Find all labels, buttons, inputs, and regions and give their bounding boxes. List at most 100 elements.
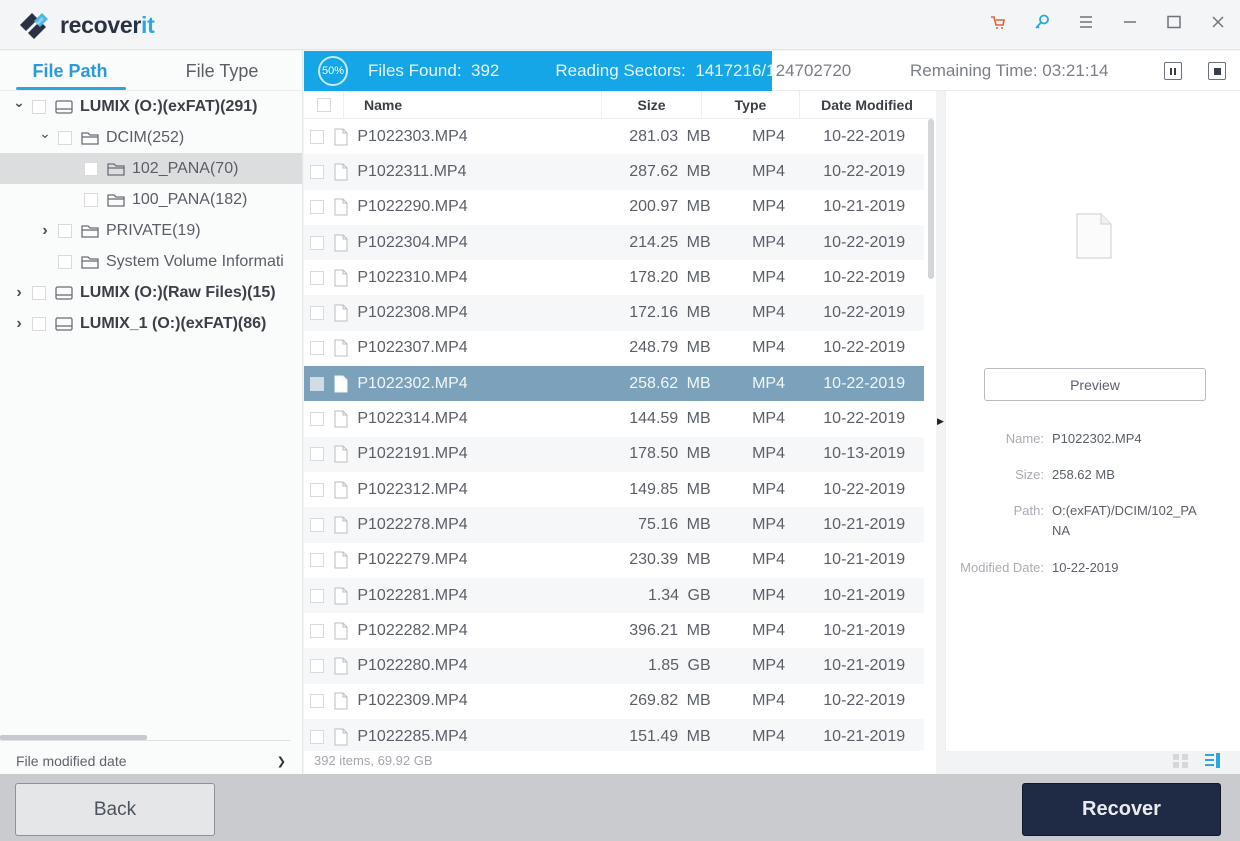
table-row[interactable]: P1022282.MP4 396.21 MB MP4 10-21-2019	[304, 613, 924, 648]
chevron-down-icon[interactable]: ⌄	[38, 125, 52, 142]
tree-item[interactable]: › LUMIX (O:)(Raw Files)(15)	[0, 277, 302, 308]
row-checkbox[interactable]	[310, 306, 325, 321]
file-size: 178.20 MB	[629, 268, 711, 286]
tab-file-type[interactable]: File Type	[152, 51, 292, 90]
tree-item-checkbox[interactable]	[58, 223, 72, 238]
table-row[interactable]: P1022310.MP4 178.20 MB MP4 10-22-2019	[304, 260, 924, 295]
tree-item[interactable]: ⌄ LUMIX (O:)(exFAT)(291)	[0, 91, 302, 122]
file-date-modified: 10-21-2019	[823, 515, 906, 533]
row-checkbox[interactable]	[310, 694, 325, 709]
row-checkbox[interactable]	[310, 270, 325, 285]
row-checkbox[interactable]	[310, 200, 325, 215]
left-horizontal-scrollbar[interactable]	[0, 735, 147, 740]
tree-item-checkbox[interactable]	[84, 161, 98, 176]
row-checkbox[interactable]	[310, 659, 325, 674]
column-header-date-modified[interactable]: Date Modified	[800, 91, 934, 119]
folder-icon	[81, 255, 99, 269]
row-checkbox[interactable]	[310, 482, 325, 497]
file-modified-date-filter[interactable]: File modified date ❯	[0, 748, 302, 774]
recover-button[interactable]: Recover	[1022, 783, 1221, 836]
file-icon	[334, 198, 348, 216]
column-header-size[interactable]: Size	[602, 90, 702, 119]
row-checkbox[interactable]	[310, 376, 325, 391]
row-checkbox[interactable]	[310, 129, 325, 144]
table-row[interactable]: P1022314.MP4 144.59 MB MP4 10-22-2019	[304, 401, 924, 436]
pause-scan-button[interactable]	[1164, 62, 1182, 80]
maximize-button[interactable]	[1152, 0, 1196, 44]
row-checkbox[interactable]	[310, 623, 325, 638]
table-row[interactable]: P1022285.MP4 151.49 MB MP4 10-21-2019	[304, 719, 924, 751]
tree-item[interactable]: › LUMIX_1 (O:)(exFAT)(86)	[0, 308, 302, 339]
tree-item-checkbox[interactable]	[58, 254, 72, 269]
table-row[interactable]: P1022302.MP4 258.62 MB MP4 10-22-2019	[304, 366, 924, 402]
file-date-modified: 10-21-2019	[823, 551, 906, 569]
grid-view-icon[interactable]	[1172, 752, 1190, 770]
row-checkbox[interactable]	[310, 729, 325, 744]
column-header-name[interactable]: Name	[344, 90, 602, 119]
chevron-down-icon[interactable]: ⌄	[12, 94, 26, 111]
file-type: MP4	[752, 198, 785, 216]
stop-icon	[1213, 67, 1221, 75]
table-row[interactable]: P1022281.MP4 1.34 GB MP4 10-21-2019	[304, 577, 924, 614]
tree-item-checkbox[interactable]	[32, 316, 46, 331]
back-button[interactable]: Back	[15, 783, 215, 836]
table-row[interactable]: P1022280.MP4 1.85 GB MP4 10-21-2019	[304, 648, 924, 684]
table-row[interactable]: P1022303.MP4 281.03 MB MP4 10-22-2019	[304, 119, 924, 154]
table-row[interactable]: P1022307.MP4 248.79 MB MP4 10-22-2019	[304, 331, 924, 366]
preview-button[interactable]: Preview	[984, 368, 1206, 401]
file-type: MP4	[752, 586, 785, 604]
row-checkbox[interactable]	[310, 517, 325, 532]
tree-item-checkbox[interactable]	[58, 130, 72, 145]
tree-item[interactable]: System Volume Informati	[0, 246, 302, 277]
file-size: 178.50 MB	[629, 445, 711, 463]
file-table-body: P1022303.MP4 281.03 MB MP4 10-22-2019 P10223…	[304, 119, 924, 751]
stop-scan-button[interactable]	[1208, 62, 1226, 80]
table-row[interactable]: P1022309.MP4 269.82 MB MP4 10-22-2019	[304, 684, 924, 719]
tree-item[interactable]: › PRIVATE(19)	[0, 215, 302, 246]
pause-icon	[1170, 67, 1176, 75]
file-size: 149.85 MB	[629, 480, 711, 498]
file-list-scrollbar[interactable]	[928, 119, 934, 279]
row-checkbox[interactable]	[310, 447, 325, 462]
row-checkbox[interactable]	[310, 235, 325, 250]
table-row[interactable]: P1022304.MP4 214.25 MB MP4 10-22-2019	[304, 224, 924, 261]
cart-button[interactable]	[976, 0, 1020, 44]
table-row[interactable]: P1022279.MP4 230.39 MB MP4 10-21-2019	[304, 543, 924, 578]
file-icon	[334, 445, 348, 463]
tree-item-checkbox[interactable]	[32, 99, 46, 114]
table-row[interactable]: P1022308.MP4 172.16 MB MP4 10-22-2019	[304, 295, 924, 331]
table-row[interactable]: P1022312.MP4 149.85 MB MP4 10-22-2019	[304, 472, 924, 507]
chevron-right-icon[interactable]: ›	[38, 222, 52, 240]
tree-item[interactable]: 102_PANA(70)	[0, 153, 302, 184]
row-checkbox[interactable]	[310, 588, 325, 603]
collapse-preview-arrow-icon[interactable]: ▶	[937, 416, 944, 427]
tree-item-checkbox[interactable]	[32, 285, 46, 300]
minimize-button[interactable]	[1108, 0, 1152, 44]
tree-item-checkbox[interactable]	[84, 192, 98, 207]
chevron-right-icon[interactable]: ›	[12, 284, 26, 302]
tree-item[interactable]: 100_PANA(182)	[0, 184, 302, 215]
tab-file-path[interactable]: File Path	[0, 51, 140, 90]
files-found: Files Found: 392	[368, 61, 500, 80]
table-row[interactable]: P1022278.MP4 75.16 MB MP4 10-21-2019	[304, 507, 924, 543]
row-checkbox[interactable]	[310, 164, 325, 179]
list-view-icon[interactable]	[1204, 752, 1222, 770]
select-all-checkbox[interactable]	[316, 97, 331, 112]
table-row[interactable]: P1022191.MP4 178.50 MB MP4 10-13-2019	[304, 436, 924, 472]
file-name: P1022309.MP4	[357, 692, 468, 710]
file-name: P1022310.MP4	[357, 268, 468, 286]
row-checkbox[interactable]	[310, 341, 325, 356]
row-checkbox[interactable]	[310, 553, 325, 568]
file-date-modified: 10-22-2019	[823, 339, 906, 357]
column-header-type[interactable]: Type	[702, 90, 800, 119]
register-key-button[interactable]	[1020, 0, 1064, 44]
chevron-right-icon[interactable]: ›	[12, 315, 26, 333]
table-row[interactable]: P1022290.MP4 200.97 MB MP4 10-21-2019	[304, 190, 924, 225]
file-type: MP4	[752, 304, 785, 322]
file-size: 1.85 GB	[647, 657, 711, 675]
table-row[interactable]: P1022311.MP4 287.62 MB MP4 10-22-2019	[304, 154, 924, 190]
tree-item[interactable]: ⌄ DCIM(252)	[0, 122, 302, 153]
row-checkbox[interactable]	[310, 412, 325, 427]
close-button[interactable]	[1196, 0, 1240, 44]
menu-button[interactable]	[1064, 0, 1108, 44]
